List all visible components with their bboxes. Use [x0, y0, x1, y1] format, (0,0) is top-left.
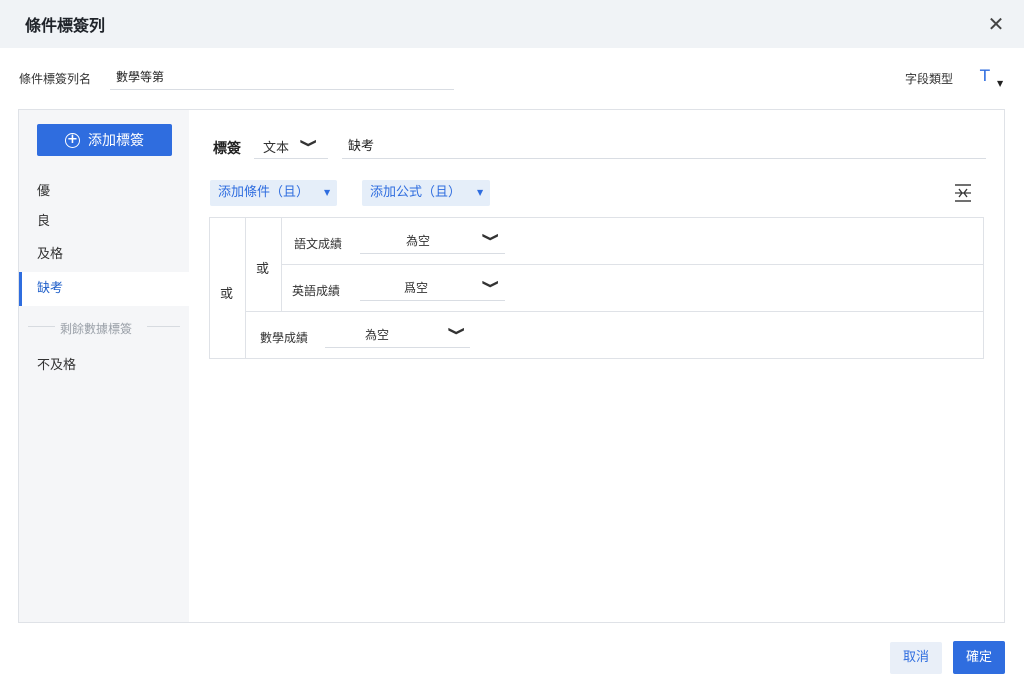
- condition-operator-value: 為空: [365, 328, 390, 342]
- condition-field-english[interactable]: 英語成績: [292, 282, 340, 299]
- cancel-button[interactable]: 取消: [890, 642, 942, 674]
- condition-field-math[interactable]: 數學成績: [260, 329, 308, 346]
- divider-line: [281, 218, 282, 312]
- sidebar-item-pass[interactable]: 及格: [19, 238, 189, 272]
- field-type-button[interactable]: T ▼: [977, 64, 1007, 94]
- chevron-down-icon: ❯: [481, 231, 501, 243]
- sidebar-item-absent[interactable]: 缺考: [19, 272, 189, 306]
- remaining-tags-divider: 剩餘數據標簽: [60, 322, 133, 336]
- field-type-label: 字段類型: [905, 72, 954, 86]
- close-icon[interactable]: ✕: [984, 10, 1008, 38]
- add-tag-label: 添加標簽: [88, 133, 144, 149]
- condition-operator-select[interactable]: 為空 ❯: [325, 322, 470, 348]
- text-type-icon: T: [980, 66, 990, 85]
- add-condition-label: 添加條件（且）: [218, 185, 310, 200]
- condition-field-chinese[interactable]: 語文成績: [294, 235, 342, 252]
- caret-down-icon: ▼: [997, 79, 1004, 88]
- or-operator-inner[interactable]: 或: [256, 258, 269, 277]
- condition-operator-value: 為空: [406, 234, 431, 248]
- divider-line: [282, 264, 983, 265]
- caret-down-icon: ▼: [324, 188, 331, 197]
- column-name-input[interactable]: [110, 63, 454, 90]
- chevron-down-icon: ❯: [299, 137, 319, 149]
- sidebar-item-fail[interactable]: 不及格: [19, 349, 189, 383]
- sidebar-item-good[interactable]: 良: [19, 205, 189, 239]
- sidebar-item-excellent[interactable]: 優: [19, 175, 189, 209]
- dialog-title: 條件標簽列: [25, 16, 106, 35]
- tag-type-select[interactable]: 文本 ❯: [254, 131, 328, 159]
- add-condition-button[interactable]: 添加條件（且） ▼: [210, 180, 337, 206]
- add-formula-label: 添加公式（且）: [370, 185, 462, 200]
- add-formula-button[interactable]: 添加公式（且） ▼: [362, 180, 490, 206]
- condition-operator-value: 爲空: [404, 281, 429, 295]
- condition-operator-select[interactable]: 爲空 ❯: [360, 275, 505, 301]
- condition-operator-select[interactable]: 為空 ❯: [360, 228, 505, 254]
- or-operator-outer[interactable]: 或: [220, 283, 233, 302]
- chevron-down-icon: ❯: [481, 278, 501, 290]
- tag-label: 標簽: [213, 141, 241, 157]
- collapse-expand-icon[interactable]: [952, 183, 974, 203]
- tag-value-input[interactable]: [342, 131, 986, 159]
- add-tag-button[interactable]: + 添加標簽: [37, 124, 172, 156]
- divider-line: [246, 311, 983, 312]
- dialog-header: [0, 0, 1024, 48]
- confirm-button[interactable]: 確定: [953, 641, 1005, 674]
- column-name-label: 條件標簽列名: [19, 72, 92, 86]
- divider-line: [147, 326, 180, 327]
- tag-type-value: 文本: [263, 141, 290, 156]
- plus-circle-icon: +: [65, 132, 80, 148]
- caret-down-icon: ▼: [477, 188, 484, 197]
- divider-line: [245, 218, 246, 358]
- divider-line: [28, 326, 55, 327]
- chevron-down-icon: ❯: [447, 325, 467, 337]
